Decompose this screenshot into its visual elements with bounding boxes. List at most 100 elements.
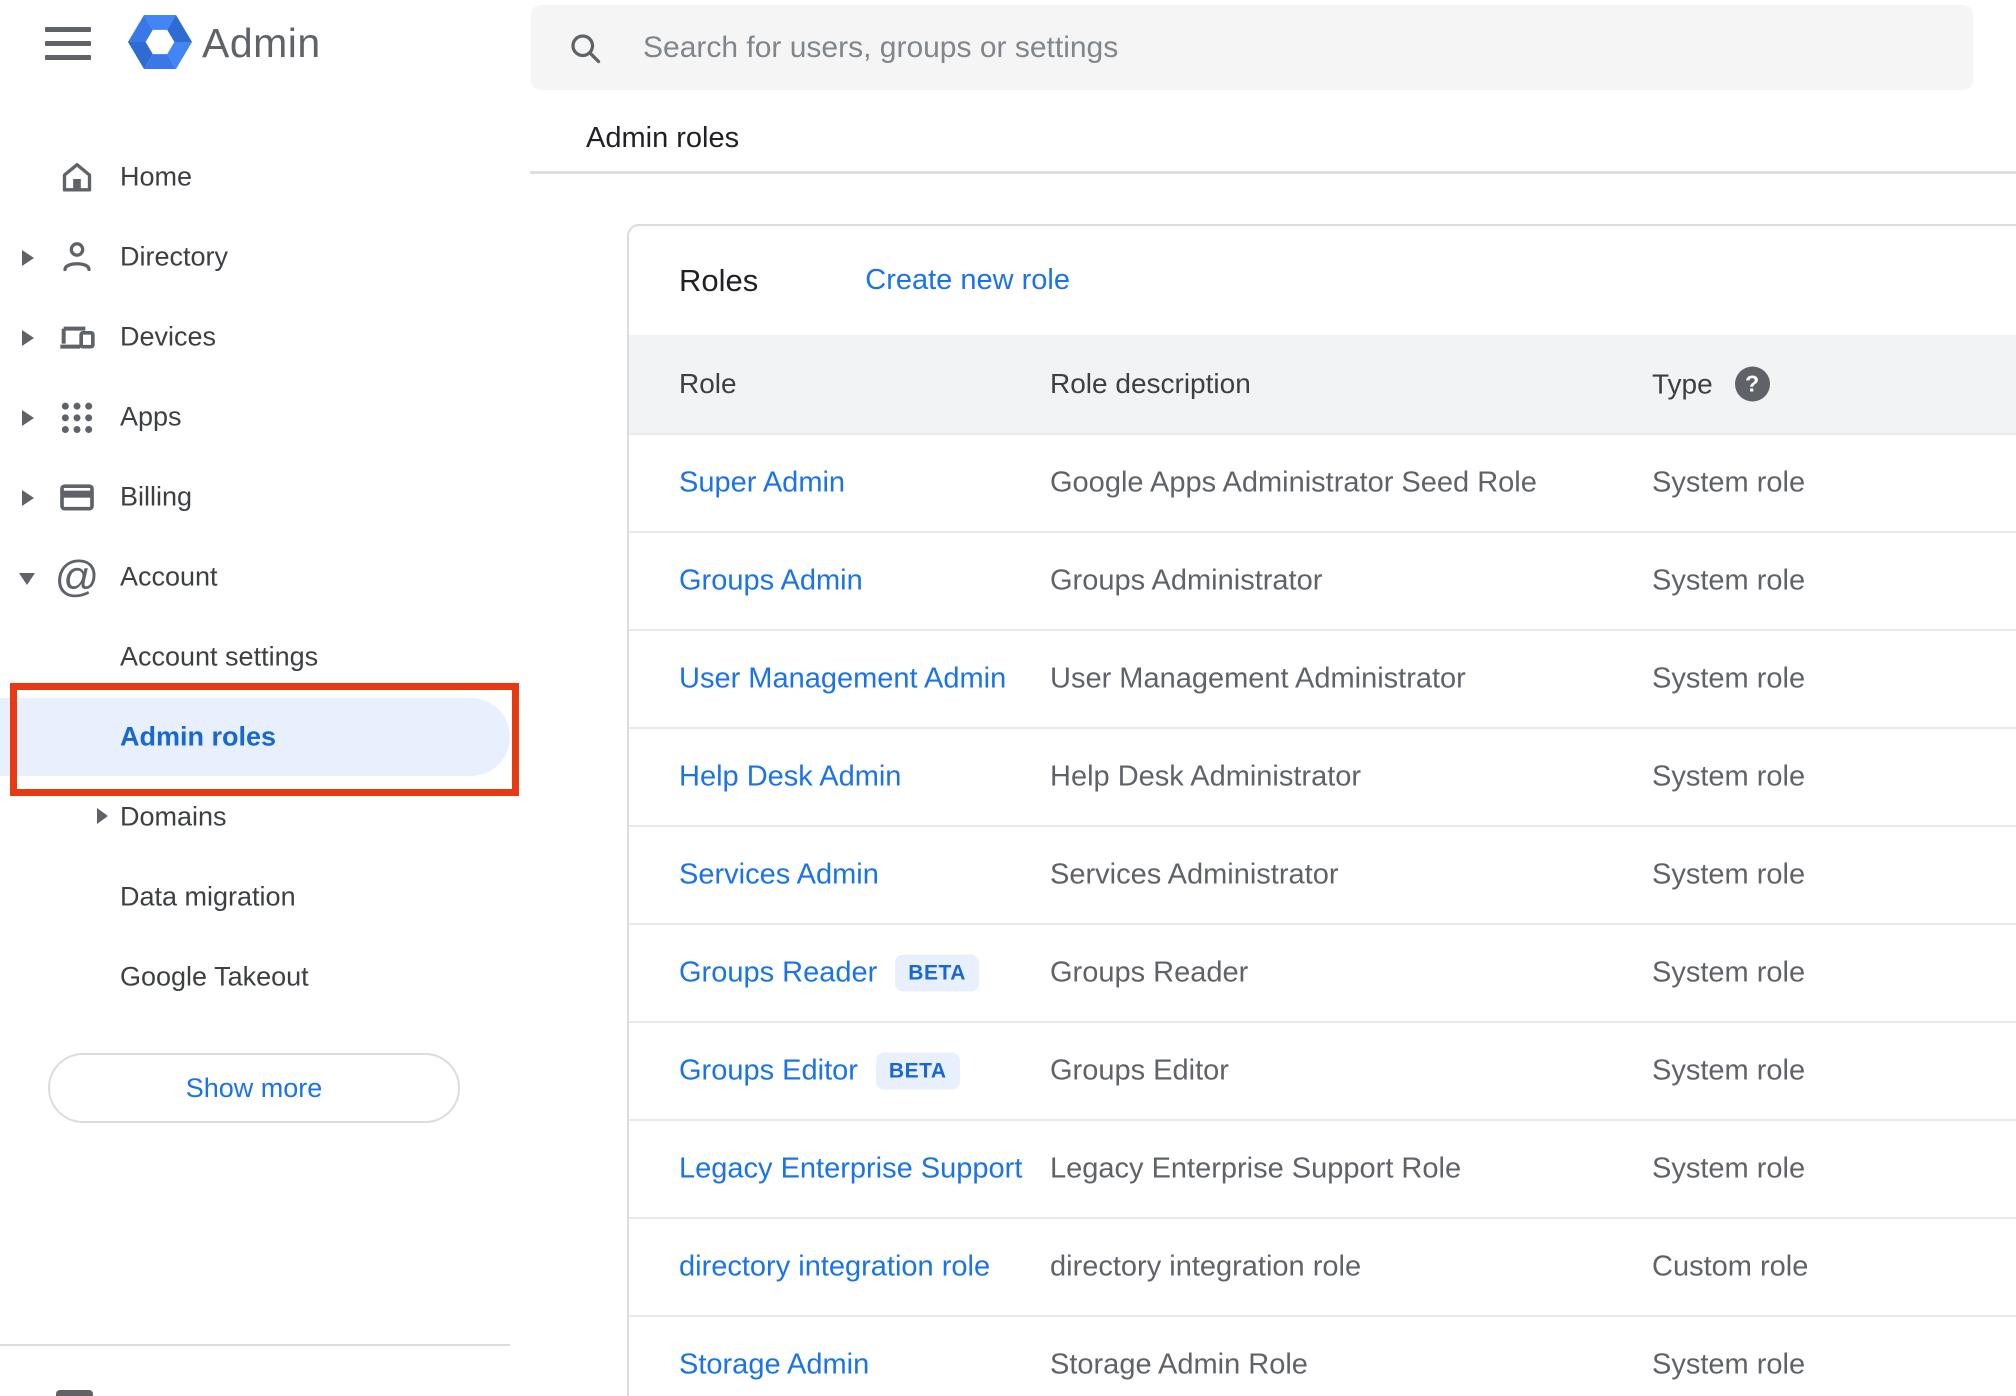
feedback-icon[interactable]: [56, 1390, 93, 1396]
table-row: Legacy Enterprise Support Legacy Enterpr…: [629, 1119, 2016, 1217]
collapse-arrow-icon[interactable]: [19, 573, 35, 585]
devices-icon: [55, 315, 99, 359]
sidebar-item-google-takeout[interactable]: Google Takeout: [0, 937, 530, 1017]
credit-card-icon: [55, 475, 99, 519]
sidebar-item-data-migration[interactable]: Data migration: [0, 857, 530, 937]
role-type: System role: [1652, 1054, 1806, 1087]
role-type: Custom role: [1652, 1250, 1809, 1283]
role-link[interactable]: Groups Admin: [679, 565, 863, 598]
at-sign-icon: @: [54, 552, 100, 601]
show-more-button[interactable]: Show more: [48, 1053, 460, 1123]
column-header-type-label: Type: [1652, 368, 1713, 399]
sidebar-item-label: Account: [120, 561, 218, 592]
person-icon: [55, 235, 99, 279]
role-description: Google Apps Administrator Seed Role: [1050, 466, 1537, 499]
search-bar[interactable]: [531, 5, 1973, 90]
table-row: Super Admin Google Apps Administrator Se…: [629, 433, 2016, 531]
apps-grid-icon: [55, 395, 99, 439]
sidebar-item-label: Google Takeout: [120, 961, 309, 992]
role-description: Groups Administrator: [1050, 564, 1323, 597]
expand-arrow-icon[interactable]: [22, 330, 34, 346]
role-type: System role: [1652, 662, 1806, 695]
sidebar-item-account-settings[interactable]: Account settings: [0, 617, 530, 697]
table-header-row: Role Role description Type ?: [629, 335, 2016, 433]
expand-arrow-icon[interactable]: [22, 490, 34, 506]
table-row: User Management Admin User Management Ad…: [629, 629, 2016, 727]
table-row: Groups Admin Groups Administrator System…: [629, 531, 2016, 629]
app-title: Admin: [202, 20, 321, 66]
roles-card: Roles Create new role Role Role descript…: [627, 224, 2016, 1396]
role-description: User Management Administrator: [1050, 662, 1466, 695]
create-new-role-link[interactable]: Create new role: [865, 264, 1070, 297]
role-link[interactable]: Super Admin: [679, 467, 845, 500]
sidebar-item-label: Data migration: [120, 881, 296, 912]
table-row: directory integration role directory int…: [629, 1217, 2016, 1315]
sidebar-item-label: Admin roles: [120, 721, 277, 752]
sidebar-nav: Home Directory Devices Apps Billing @ Ac…: [0, 137, 530, 1017]
sidebar-item-label: Home: [120, 161, 193, 192]
table-row: Services Admin Services Administrator Sy…: [629, 825, 2016, 923]
header-divider: [530, 171, 2016, 174]
sidebar-bottom-divider: [0, 1344, 510, 1346]
sidebar-item-home[interactable]: Home: [0, 137, 530, 217]
role-link[interactable]: Groups Editor: [679, 1055, 858, 1088]
column-header-type: Type ?: [1652, 366, 1770, 402]
sidebar-item-label: Devices: [120, 321, 217, 352]
sidebar-item-label: Apps: [120, 401, 182, 432]
expand-arrow-icon[interactable]: [97, 808, 108, 824]
admin-console-screen: Admin Home Directory Devices Apps Billin…: [0, 0, 2016, 1396]
role-link[interactable]: Services Admin: [679, 859, 879, 892]
role-type: System role: [1652, 1152, 1806, 1185]
role-type: System role: [1652, 858, 1806, 891]
table-row: Help Desk Admin Help Desk Administrator …: [629, 727, 2016, 825]
sidebar-item-billing[interactable]: Billing: [0, 457, 530, 537]
sidebar-item-label: Account settings: [120, 641, 319, 672]
role-link[interactable]: Storage Admin: [679, 1349, 869, 1382]
table-row: Groups Reader BETA Groups Reader System …: [629, 923, 2016, 1021]
column-header-description: Role description: [1050, 368, 1251, 399]
role-description: Groups Reader: [1050, 956, 1249, 989]
role-type: System role: [1652, 466, 1806, 499]
role-type: System role: [1652, 760, 1806, 793]
beta-badge: BETA: [875, 1052, 960, 1090]
role-description: Groups Editor: [1050, 1054, 1229, 1087]
sidebar-item-directory[interactable]: Directory: [0, 217, 530, 297]
role-description: Legacy Enterprise Support Role: [1050, 1152, 1462, 1185]
role-description: Services Administrator: [1050, 858, 1339, 891]
role-description: Help Desk Administrator: [1050, 760, 1362, 793]
role-link[interactable]: directory integration role: [679, 1251, 990, 1284]
roles-title: Roles: [679, 262, 759, 298]
role-link[interactable]: Groups Reader: [679, 957, 877, 990]
admin-logo-icon: [128, 15, 192, 69]
expand-arrow-icon[interactable]: [22, 250, 34, 266]
main-menu-icon[interactable]: [45, 27, 91, 60]
sidebar-item-account[interactable]: @ Account: [0, 537, 530, 617]
help-icon[interactable]: ?: [1734, 366, 1770, 402]
role-link[interactable]: User Management Admin: [679, 663, 1006, 696]
table-row: Groups Editor BETA Groups Editor System …: [629, 1021, 2016, 1119]
beta-badge: BETA: [895, 954, 979, 992]
expand-arrow-icon[interactable]: [22, 410, 34, 426]
search-icon: [571, 33, 601, 63]
sidebar-item-apps[interactable]: Apps: [0, 377, 530, 457]
role-type: System role: [1652, 1348, 1806, 1381]
breadcrumb: Admin roles: [586, 122, 740, 154]
sidebar: Admin Home Directory Devices Apps Billin…: [0, 0, 530, 1396]
search-input[interactable]: [643, 30, 1843, 65]
roles-card-header: Roles Create new role: [629, 226, 2016, 335]
column-header-role: Role: [679, 368, 737, 399]
sidebar-item-domains[interactable]: Domains: [0, 777, 530, 857]
sidebar-item-label: Billing: [120, 481, 193, 512]
sidebar-item-admin-roles[interactable]: Admin roles: [0, 697, 530, 777]
home-icon: [55, 155, 99, 199]
role-type: System role: [1652, 564, 1806, 597]
role-type: System role: [1652, 956, 1806, 989]
role-description: directory integration role: [1050, 1250, 1362, 1283]
role-link[interactable]: Legacy Enterprise Support: [679, 1153, 1022, 1186]
sidebar-item-label: Directory: [120, 241, 229, 272]
sidebar-item-label: Domains: [120, 801, 227, 832]
role-description: Storage Admin Role: [1050, 1348, 1308, 1381]
role-link[interactable]: Help Desk Admin: [679, 761, 901, 794]
sidebar-item-devices[interactable]: Devices: [0, 297, 530, 377]
table-row: Storage Admin Storage Admin Role System …: [629, 1315, 2016, 1396]
